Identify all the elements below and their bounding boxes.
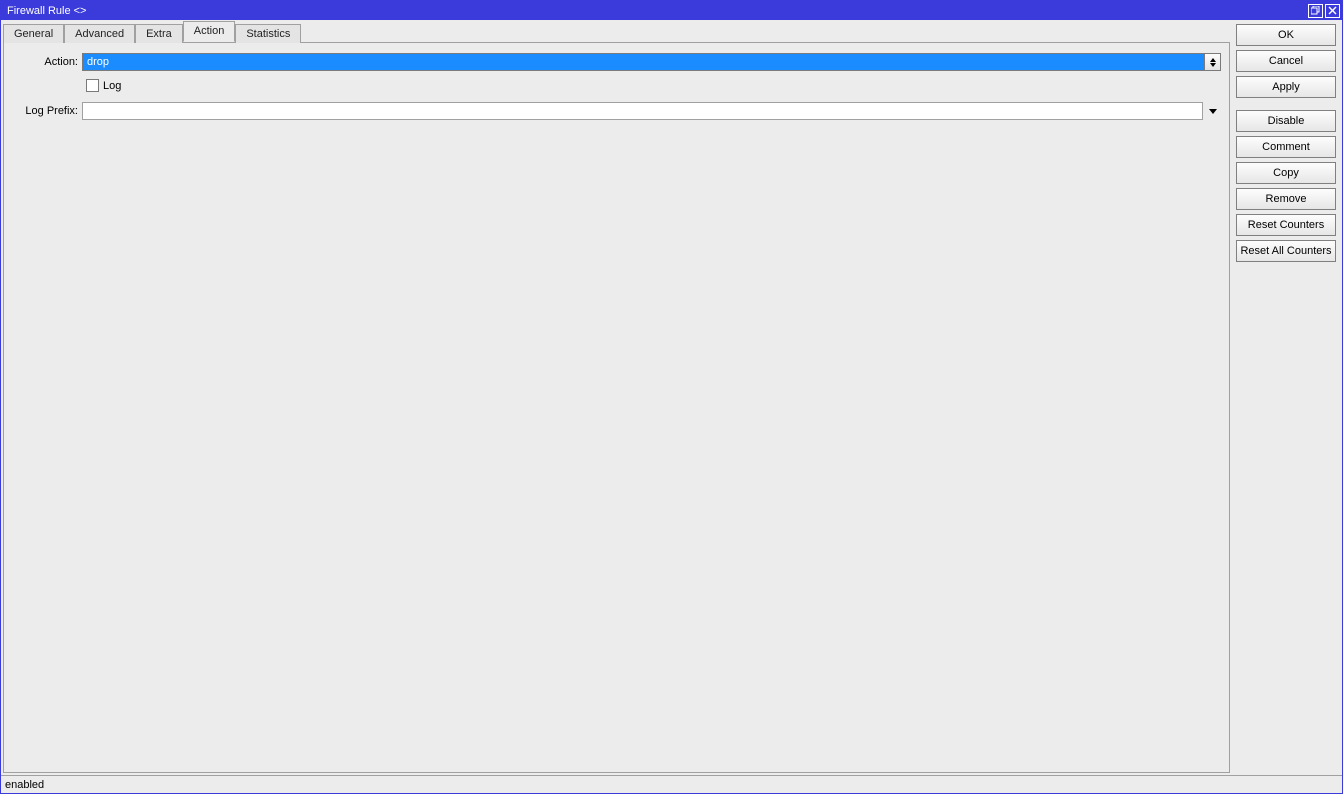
log-label: Log — [103, 80, 121, 92]
tab-statistics[interactable]: Statistics — [235, 24, 301, 43]
tab-action[interactable]: Action — [183, 21, 236, 42]
log-prefix-expand-button[interactable] — [1205, 103, 1221, 119]
titlebar-controls — [1306, 4, 1340, 18]
window-title: Firewall Rule <> — [7, 5, 1306, 17]
titlebar: Firewall Rule <> — [1, 1, 1342, 20]
reset-counters-button[interactable]: Reset Counters — [1236, 214, 1336, 236]
log-row: Log — [86, 79, 1221, 92]
main-pane: General Advanced Extra Action Statistics… — [1, 20, 1232, 775]
action-buttons-pane: OK Cancel Apply Disable Comment Copy Rem… — [1232, 20, 1342, 775]
action-select-value[interactable]: drop — [82, 53, 1204, 71]
action-tab-panel: Action: drop Log — [3, 42, 1230, 773]
log-prefix-row: Log Prefix: — [12, 102, 1221, 120]
restore-button[interactable] — [1308, 4, 1323, 18]
log-checkbox[interactable] — [86, 79, 99, 92]
firewall-rule-window: Firewall Rule <> General Advanced Extra … — [0, 0, 1343, 794]
comment-button[interactable]: Comment — [1236, 136, 1336, 158]
client-area: General Advanced Extra Action Statistics… — [1, 20, 1342, 793]
disable-button[interactable]: Disable — [1236, 110, 1336, 132]
tabstrip: General Advanced Extra Action Statistics — [1, 20, 1232, 42]
action-select[interactable]: drop — [82, 53, 1221, 71]
tab-general[interactable]: General — [3, 24, 64, 43]
copy-button[interactable]: Copy — [1236, 162, 1336, 184]
ok-button[interactable]: OK — [1236, 24, 1336, 46]
log-prefix-label: Log Prefix: — [12, 105, 82, 117]
reset-all-counters-button[interactable]: Reset All Counters — [1236, 240, 1336, 262]
button-separator — [1236, 102, 1336, 106]
chevron-down-icon — [1209, 109, 1217, 114]
tab-advanced[interactable]: Advanced — [64, 24, 135, 43]
action-label: Action: — [12, 56, 82, 68]
chevron-up-icon — [1210, 58, 1216, 62]
chevron-down-icon — [1210, 63, 1216, 67]
tab-extra[interactable]: Extra — [135, 24, 183, 43]
log-prefix-input[interactable] — [82, 102, 1203, 120]
status-text: enabled — [5, 779, 44, 791]
close-button[interactable] — [1325, 4, 1340, 18]
action-dropdown-button[interactable] — [1204, 53, 1221, 71]
statusbar: enabled — [1, 775, 1342, 793]
body-row: General Advanced Extra Action Statistics… — [1, 20, 1342, 775]
apply-button[interactable]: Apply — [1236, 76, 1336, 98]
action-row: Action: drop — [12, 53, 1221, 71]
cancel-button[interactable]: Cancel — [1236, 50, 1336, 72]
remove-button[interactable]: Remove — [1236, 188, 1336, 210]
